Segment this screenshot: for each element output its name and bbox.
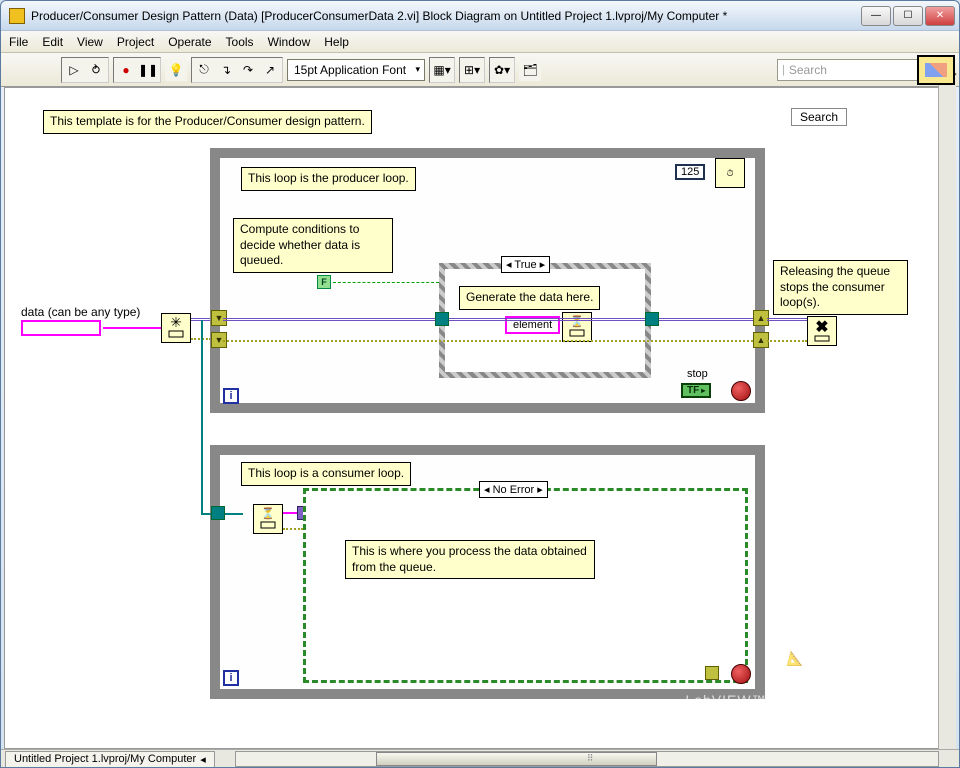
vi-icon[interactable]: [917, 55, 955, 85]
dequeue-node[interactable]: ⏳: [253, 504, 283, 534]
titlebar[interactable]: Producer/Consumer Design Pattern (Data) …: [1, 1, 959, 31]
wire-err-to-release: [767, 340, 807, 342]
menu-window[interactable]: Window: [268, 35, 311, 49]
maximize-button[interactable]: ☐: [893, 6, 923, 26]
hscroll-thumb[interactable]: [376, 752, 657, 766]
stop-label: stop: [687, 368, 708, 380]
horizontal-scrollbar[interactable]: ⠿: [235, 751, 939, 767]
vertical-scrollbar[interactable]: [938, 85, 956, 749]
consumer-case-selector[interactable]: ◂ No Error ▸: [479, 481, 548, 498]
exec-group: ● ❚❚: [113, 57, 161, 83]
consumer-tunnel-in: [211, 506, 225, 520]
wire-error-thru-producer: [223, 340, 753, 342]
step-group: ⎋ ↴ ↷ ↗: [191, 57, 283, 83]
toolbar: ▷ ⥁ ● ❚❚ 💡 ⎋ ↴ ↷ ↗ 15pt Application Font…: [1, 53, 959, 87]
consumer-iteration: i: [223, 670, 239, 686]
menu-tools[interactable]: Tools: [226, 35, 254, 49]
wire-data: [103, 327, 161, 329]
wire-bool: [333, 282, 439, 283]
diagram-search-button[interactable]: Search: [791, 108, 847, 126]
reorder-group: ✿▾: [489, 57, 515, 83]
project-path-tab[interactable]: Untitled Project 1.lvproj/My Computer ◂: [5, 751, 215, 767]
menu-operate[interactable]: Operate: [168, 35, 211, 49]
consumer-stop-terminal[interactable]: [731, 664, 751, 684]
menu-view[interactable]: View: [77, 35, 103, 49]
menubar: File Edit View Project Operate Tools Win…: [1, 31, 959, 53]
wm-l1: NATIONAL: [809, 646, 915, 668]
producer-case-selector[interactable]: ◂ True ▸: [501, 256, 550, 273]
run-cont-button[interactable]: ⥁: [85, 59, 107, 81]
distribute-button[interactable]: ⊞▾: [461, 59, 483, 81]
window-title: Producer/Consumer Design Pattern (Data) …: [31, 9, 861, 23]
run-button[interactable]: ▷: [63, 59, 85, 81]
wire-queue-thru-producer: [223, 318, 753, 321]
font-select-label: 15pt Application Font: [294, 63, 406, 77]
step-over-button[interactable]: ↷: [237, 59, 259, 81]
run-group: ▷ ⥁: [61, 57, 109, 83]
font-select[interactable]: 15pt Application Font: [287, 59, 425, 81]
wait-ms-node[interactable]: ⏱: [715, 158, 745, 188]
scroll-grip-icon: ⠿: [587, 753, 594, 764]
svg-text:✳: ✳: [170, 315, 182, 330]
close-button[interactable]: ✕: [925, 6, 955, 26]
stop-control[interactable]: TF: [681, 383, 711, 398]
producer-note: This loop is the producer loop.: [241, 167, 416, 191]
release-note: Releasing the queue stops the consumer l…: [773, 260, 908, 315]
step-into-button[interactable]: ↴: [215, 59, 237, 81]
enqueue-node[interactable]: ⏳: [562, 312, 592, 342]
producer-stop-terminal[interactable]: [731, 381, 751, 401]
wire-queue-down: [201, 320, 203, 515]
wire-to-release: [767, 318, 807, 321]
generate-note: Generate the data here.: [459, 286, 600, 310]
data-terminal-label: data (can be any type): [21, 305, 140, 319]
consumer-note: This loop is a consumer loop.: [241, 462, 411, 486]
cleanup-button[interactable]: ✿▾: [491, 59, 513, 81]
compute-note: Compute conditions to decide whether dat…: [233, 218, 393, 273]
menu-help[interactable]: Help: [324, 35, 349, 49]
data-terminal[interactable]: [21, 320, 101, 336]
menu-edit[interactable]: Edit: [42, 35, 63, 49]
align-button[interactable]: ▦▾: [431, 59, 453, 81]
false-constant[interactable]: F: [317, 275, 331, 289]
pause-button[interactable]: ❚❚: [137, 59, 159, 81]
tunnel-case-out1: [645, 312, 659, 326]
menu-file[interactable]: File: [9, 35, 28, 49]
menu-project[interactable]: Project: [117, 35, 154, 49]
window-controls: — ☐ ✕: [861, 6, 955, 26]
template-note: This template is for the Producer/Consum…: [43, 110, 372, 134]
producer-iteration: i: [223, 388, 239, 404]
tunnel-case-in1: [435, 312, 449, 326]
block-diagram-canvas[interactable]: This template is for the Producer/Consum…: [4, 87, 956, 749]
project-path-label: Untitled Project 1.lvproj/My Computer: [14, 753, 196, 765]
status-bar: Untitled Project 1.lvproj/My Computer ◂ …: [1, 749, 959, 767]
consumer-err-tunnel: [705, 666, 719, 680]
svg-text:⏳: ⏳: [261, 507, 275, 520]
minimize-button[interactable]: —: [861, 6, 891, 26]
release-queue-node[interactable]: ✖: [807, 316, 837, 346]
distribute-group: ⊞▾: [459, 57, 485, 83]
abort-button[interactable]: ●: [115, 59, 137, 81]
reorder-button[interactable]: 🗂: [519, 59, 541, 81]
app-window: Producer/Consumer Design Pattern (Data) …: [0, 0, 960, 768]
step-out-button[interactable]: ↗: [259, 59, 281, 81]
obtain-queue-node[interactable]: ✳: [161, 313, 191, 343]
wire-deq-err: [283, 528, 303, 530]
toolbar-search[interactable]: | 🔍: [777, 59, 927, 81]
wait-ms-constant[interactable]: 125: [675, 164, 705, 180]
process-note: This is where you process the data obtai…: [345, 540, 595, 579]
path-chevron-icon: ◂: [200, 753, 206, 766]
align-group: ▦▾: [429, 57, 455, 83]
consumer-case-structure[interactable]: [303, 488, 748, 683]
search-divider-icon: |: [782, 64, 785, 76]
svg-text:⏳: ⏳: [570, 315, 584, 328]
app-icon: [9, 8, 25, 24]
highlight-button[interactable]: 💡: [165, 59, 187, 81]
svg-text:✖: ✖: [815, 319, 828, 336]
retain-wire-button[interactable]: ⎋: [193, 59, 215, 81]
